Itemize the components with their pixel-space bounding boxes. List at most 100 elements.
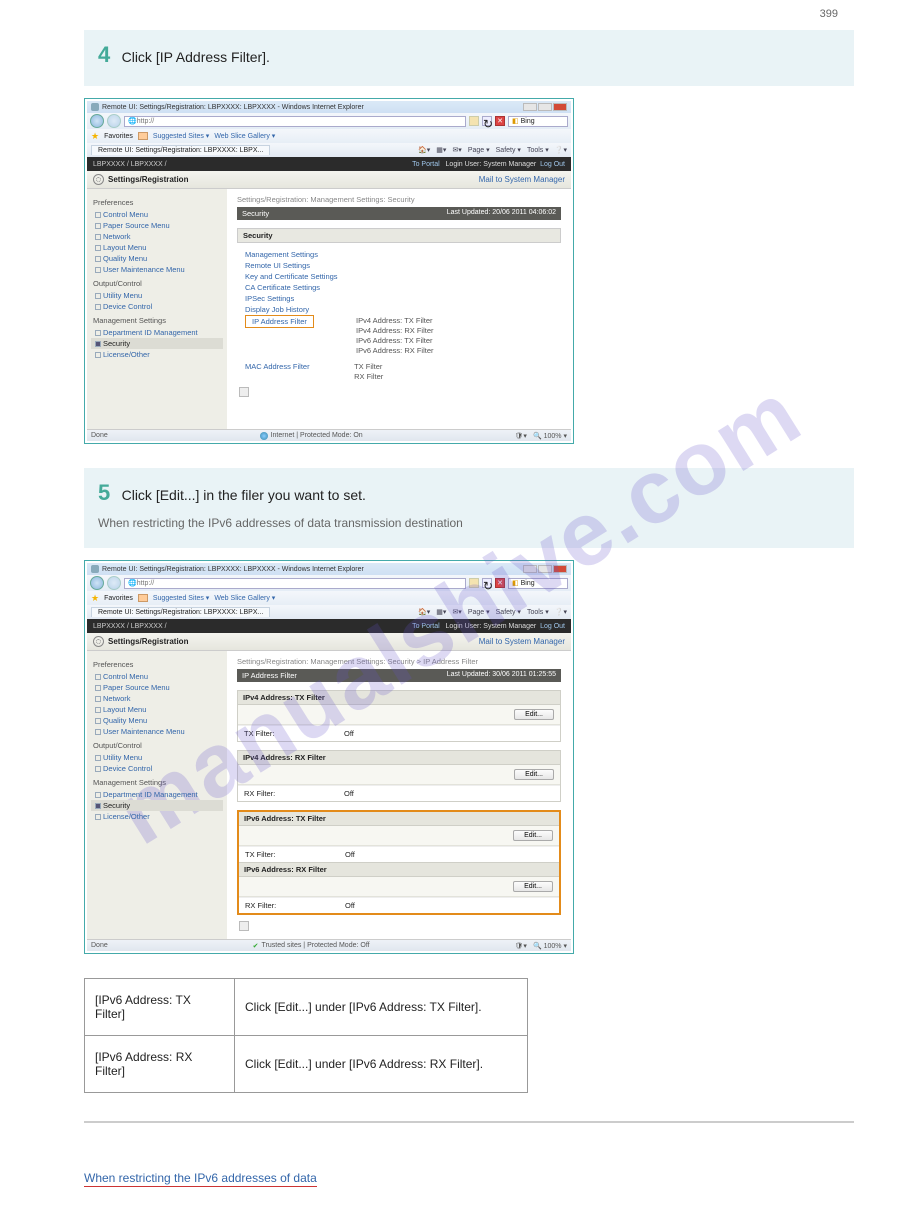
sidebar-item-license[interactable]: License/Other bbox=[91, 811, 223, 822]
filter-key: RX Filter: bbox=[244, 789, 344, 798]
mail-to-manager-link[interactable]: Mail to System Manager bbox=[479, 175, 565, 184]
address-bar[interactable]: 🌐 http:// bbox=[124, 116, 466, 127]
link-key-cert-settings[interactable]: Key and Certificate Settings bbox=[245, 271, 561, 282]
sidebar-item-control-menu[interactable]: Control Menu bbox=[91, 209, 223, 220]
sidebar-item-quality[interactable]: Quality Menu bbox=[91, 253, 223, 264]
suggested-sites[interactable]: Suggested Sites ▾ bbox=[153, 594, 209, 602]
fav-box-icon[interactable] bbox=[138, 132, 148, 140]
home-icon[interactable]: 🏠▾ bbox=[418, 608, 430, 616]
tools-menu[interactable]: Tools ▾ bbox=[527, 146, 549, 154]
filter-key: TX Filter: bbox=[245, 850, 345, 859]
mac-tx-label: TX Filter bbox=[354, 361, 383, 371]
tools-menu[interactable]: Tools ▾ bbox=[527, 608, 549, 616]
maximize-button[interactable] bbox=[538, 103, 552, 111]
section-title: Security bbox=[242, 209, 269, 218]
suggested-sites[interactable]: Suggested Sites ▾ bbox=[153, 132, 209, 140]
sidebar-item-device-control[interactable]: Device Control bbox=[91, 301, 223, 312]
sidebar-item-paper-source[interactable]: Paper Source Menu bbox=[91, 220, 223, 231]
sidebar-item-utility[interactable]: Utility Menu bbox=[91, 290, 223, 301]
forward-button[interactable] bbox=[107, 114, 121, 128]
link-remote-ui-settings[interactable]: Remote UI Settings bbox=[245, 260, 561, 271]
feeds-icon[interactable]: ▦▾ bbox=[436, 146, 446, 154]
to-portal-link[interactable]: To Portal bbox=[412, 161, 440, 168]
favorites-label[interactable]: Favorites bbox=[104, 595, 133, 602]
lock-icon bbox=[469, 116, 479, 126]
sidebar-item-security[interactable]: Security bbox=[91, 338, 223, 349]
close-button[interactable] bbox=[553, 565, 567, 573]
login-user: Login User: System Manager bbox=[446, 623, 537, 630]
link-ipsec-settings[interactable]: IPSec Settings bbox=[245, 293, 561, 304]
maximize-button[interactable] bbox=[538, 565, 552, 573]
refresh-button[interactable]: ↻ bbox=[482, 116, 492, 126]
safety-menu[interactable]: Safety ▾ bbox=[496, 608, 521, 616]
sidebar-item-paper-source[interactable]: Paper Source Menu bbox=[91, 682, 223, 693]
address-bar[interactable]: 🌐 http:// bbox=[124, 578, 466, 589]
sidebar-item-layout[interactable]: Layout Menu bbox=[91, 242, 223, 253]
sidebar-item-user-maintenance[interactable]: User Maintenance Menu bbox=[91, 726, 223, 737]
zoom-level[interactable]: 🔍 100% ▾ bbox=[533, 942, 567, 950]
page-menu[interactable]: Page ▾ bbox=[468, 608, 490, 616]
logout-link[interactable]: Log Out bbox=[540, 161, 565, 168]
login-user: Login User: System Manager bbox=[446, 161, 537, 168]
link-display-job-history[interactable]: Display Job History bbox=[245, 304, 561, 315]
page-menu[interactable]: Page ▾ bbox=[468, 146, 490, 154]
sidebar-item-network[interactable]: Network bbox=[91, 231, 223, 242]
browser-tab[interactable]: Remote UI: Settings/Registration: LBPXXX… bbox=[91, 607, 270, 617]
sidebar-item-dept-id[interactable]: Department ID Management bbox=[91, 789, 223, 800]
sidebar-item-license[interactable]: License/Other bbox=[91, 349, 223, 360]
web-slice-gallery[interactable]: Web Slice Gallery ▾ bbox=[214, 594, 275, 602]
sidebar-item-dept-id[interactable]: Department ID Management bbox=[91, 327, 223, 338]
logout-link[interactable]: Log Out bbox=[540, 623, 565, 630]
link-mac-address-filter[interactable]: MAC Address Filter bbox=[245, 361, 340, 372]
sidebar-group-management: Management Settings bbox=[93, 778, 223, 787]
mail-icon[interactable]: ✉▾ bbox=[452, 146, 461, 154]
back-button[interactable] bbox=[90, 114, 104, 128]
link-ip-address-filter[interactable]: IP Address Filter bbox=[245, 315, 314, 328]
status-zone: Trusted sites | Protected Mode: Off bbox=[262, 942, 370, 949]
favorites-label[interactable]: Favorites bbox=[104, 133, 133, 140]
sidebar-item-device-control[interactable]: Device Control bbox=[91, 763, 223, 774]
edit-button[interactable]: Edit... bbox=[513, 830, 553, 841]
browser-tab[interactable]: Remote UI: Settings/Registration: LBPXXX… bbox=[91, 145, 270, 155]
help-icon[interactable]: ❔▾ bbox=[555, 146, 567, 154]
home-icon[interactable]: 🏠▾ bbox=[418, 146, 430, 154]
edit-button[interactable]: Edit... bbox=[514, 709, 554, 720]
mail-to-manager-link[interactable]: Mail to System Manager bbox=[479, 637, 565, 646]
search-box[interactable]: ◧Bing bbox=[508, 578, 568, 589]
sidebar-item-layout[interactable]: Layout Menu bbox=[91, 704, 223, 715]
edit-button[interactable]: Edit... bbox=[513, 881, 553, 892]
footer-link[interactable]: When restricting the IPv6 addresses of d… bbox=[84, 1171, 317, 1187]
table-cell-ipv6-tx-label: [IPv6 Address: TX Filter] bbox=[85, 979, 235, 1036]
safety-menu[interactable]: Safety ▾ bbox=[496, 146, 521, 154]
edit-button[interactable]: Edit... bbox=[514, 769, 554, 780]
help-icon[interactable]: ❔▾ bbox=[555, 608, 567, 616]
star-icon[interactable]: ★ bbox=[91, 593, 99, 604]
minimize-button[interactable] bbox=[523, 103, 537, 111]
step-5-heading: 5 Click [Edit...] in the filer you want … bbox=[84, 468, 854, 548]
back-button[interactable] bbox=[90, 576, 104, 590]
device-path: LBPXXXX / LBPXXXX / bbox=[93, 161, 167, 168]
mail-icon[interactable]: ✉▾ bbox=[452, 608, 461, 616]
stop-button[interactable]: ✕ bbox=[495, 578, 505, 588]
fav-box-icon[interactable] bbox=[138, 594, 148, 602]
star-icon[interactable]: ★ bbox=[91, 131, 99, 142]
search-box[interactable]: ◧Bing bbox=[508, 116, 568, 127]
minimize-button[interactable] bbox=[523, 565, 537, 573]
feeds-icon[interactable]: ▦▾ bbox=[436, 608, 446, 616]
link-management-settings[interactable]: Management Settings bbox=[245, 249, 561, 260]
web-slice-gallery[interactable]: Web Slice Gallery ▾ bbox=[214, 132, 275, 140]
sidebar-item-user-maintenance[interactable]: User Maintenance Menu bbox=[91, 264, 223, 275]
sidebar-item-utility[interactable]: Utility Menu bbox=[91, 752, 223, 763]
to-portal-link[interactable]: To Portal bbox=[412, 623, 440, 630]
sidebar-item-control-menu[interactable]: Control Menu bbox=[91, 671, 223, 682]
sidebar-item-network[interactable]: Network bbox=[91, 693, 223, 704]
window-title: Remote UI: Settings/Registration: LBPXXX… bbox=[102, 566, 364, 573]
link-ca-cert-settings[interactable]: CA Certificate Settings bbox=[245, 282, 561, 293]
sidebar-item-quality[interactable]: Quality Menu bbox=[91, 715, 223, 726]
refresh-button[interactable]: ↻ bbox=[482, 578, 492, 588]
forward-button[interactable] bbox=[107, 576, 121, 590]
stop-button[interactable]: ✕ bbox=[495, 116, 505, 126]
close-button[interactable] bbox=[553, 103, 567, 111]
zoom-level[interactable]: 🔍 100% ▾ bbox=[533, 432, 567, 440]
sidebar-item-security[interactable]: Security bbox=[91, 800, 223, 811]
